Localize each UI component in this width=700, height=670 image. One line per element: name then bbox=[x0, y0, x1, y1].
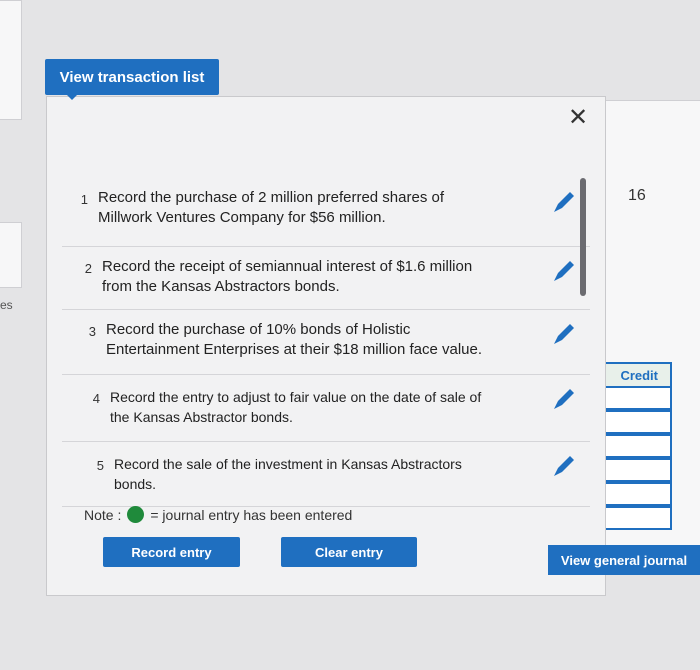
clear-entry-button[interactable]: Clear entry bbox=[281, 537, 417, 567]
transaction-text: Record the receipt of semiannual interes… bbox=[102, 258, 473, 295]
transaction-number: 1 bbox=[80, 192, 88, 207]
transaction-text: Record the entry to adjust to fair value… bbox=[110, 389, 482, 425]
list-item: 4 Record the entry to adjust to fair val… bbox=[62, 375, 590, 442]
transaction-list: 1 Record the purchase of 2 million prefe… bbox=[62, 178, 590, 507]
edit-pencil-icon[interactable] bbox=[550, 188, 578, 216]
view-general-journal-button[interactable]: View general journal bbox=[548, 545, 700, 575]
transaction-number: 4 bbox=[92, 391, 100, 406]
edit-pencil-icon[interactable] bbox=[550, 452, 578, 480]
background-label-es: es bbox=[0, 298, 13, 312]
transaction-text: Record the sale of the investment in Kan… bbox=[114, 456, 462, 492]
note-legend: Note : = journal entry has been entered bbox=[84, 506, 352, 523]
transaction-number: 2 bbox=[84, 261, 92, 276]
close-icon[interactable]: ✕ bbox=[566, 106, 590, 130]
transaction-number: 3 bbox=[88, 324, 96, 339]
list-item: 1 Record the purchase of 2 million prefe… bbox=[62, 178, 590, 247]
note-label: Note : bbox=[84, 506, 122, 523]
transaction-text: Record the purchase of 2 million preferr… bbox=[98, 189, 445, 226]
edit-pencil-icon[interactable] bbox=[550, 320, 578, 348]
list-item: 3 Record the purchase of 10% bonds of Ho… bbox=[62, 310, 590, 375]
background-number: 16 bbox=[628, 187, 646, 204]
scrollbar[interactable] bbox=[580, 178, 586, 296]
transaction-number: 5 bbox=[96, 458, 104, 473]
edit-pencil-icon[interactable] bbox=[550, 385, 578, 413]
background-panel-left-lower bbox=[0, 222, 22, 288]
list-item: 2 Record the receipt of semiannual inter… bbox=[62, 247, 590, 310]
transaction-text: Record the purchase of 10% bonds of Holi… bbox=[106, 321, 483, 358]
note-text: = journal entry has been entered bbox=[150, 506, 353, 523]
edit-pencil-icon[interactable] bbox=[550, 257, 578, 285]
background-panel-left bbox=[0, 0, 22, 120]
entered-dot-icon bbox=[127, 506, 145, 523]
record-entry-button[interactable]: Record entry bbox=[103, 537, 240, 567]
view-transaction-list-tab[interactable]: View transaction list bbox=[45, 59, 219, 95]
tab-pointer bbox=[64, 92, 80, 100]
list-item: 5 Record the sale of the investment in K… bbox=[62, 442, 590, 507]
